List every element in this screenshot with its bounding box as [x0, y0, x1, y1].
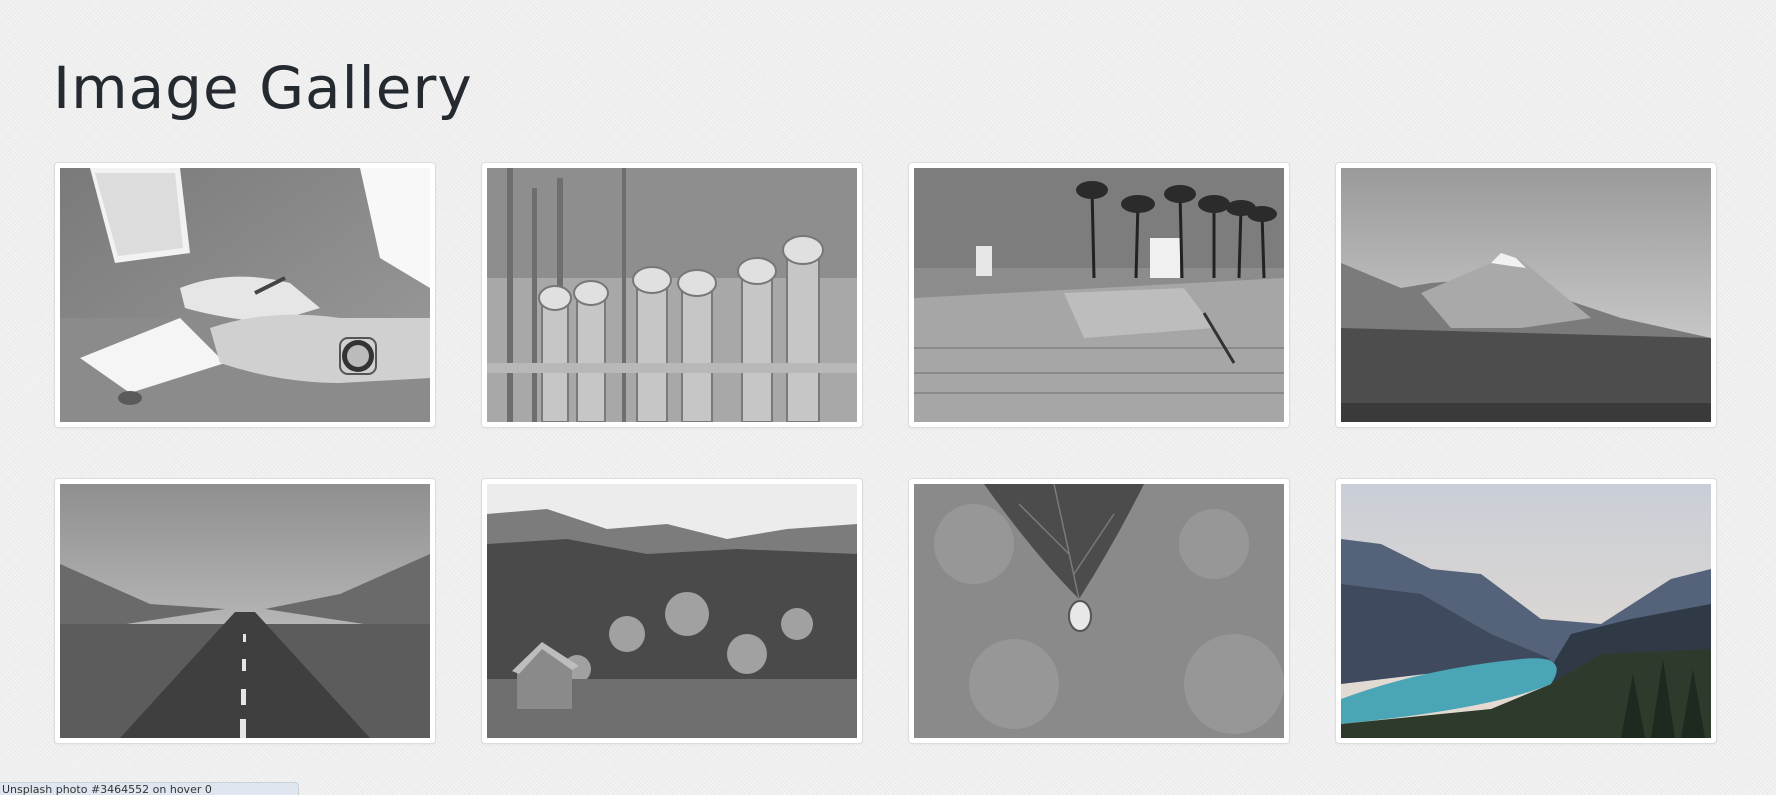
- skatepark-palms-photo: [914, 168, 1284, 422]
- page-title: Image Gallery: [53, 54, 473, 122]
- gallery-image-open-road[interactable]: [54, 478, 436, 744]
- writing-notebook-photo: [60, 168, 430, 422]
- mountain-lake-photo: [1341, 484, 1711, 738]
- mountain-photo: [1341, 168, 1711, 422]
- cabin-forest-photo: [487, 484, 857, 738]
- image-gallery-grid: [54, 162, 1718, 744]
- gallery-image-leaf-droplet[interactable]: [908, 478, 1290, 744]
- gallery-image-cabin-forest[interactable]: [481, 478, 863, 744]
- leaf-droplet-photo: [914, 484, 1284, 738]
- gallery-image-mountain-lake[interactable]: [1335, 478, 1717, 744]
- gallery-image-writing-notebook[interactable]: [54, 162, 436, 428]
- gallery-image-skatepark-palms[interactable]: [908, 162, 1290, 428]
- gallery-image-wooden-fence[interactable]: [481, 162, 863, 428]
- wooden-fence-photo: [487, 168, 857, 422]
- open-road-photo: [60, 484, 430, 738]
- gallery-image-mountain[interactable]: [1335, 162, 1717, 428]
- browser-status-bar: Unsplash photo #3464552 on hover 0: [0, 782, 299, 795]
